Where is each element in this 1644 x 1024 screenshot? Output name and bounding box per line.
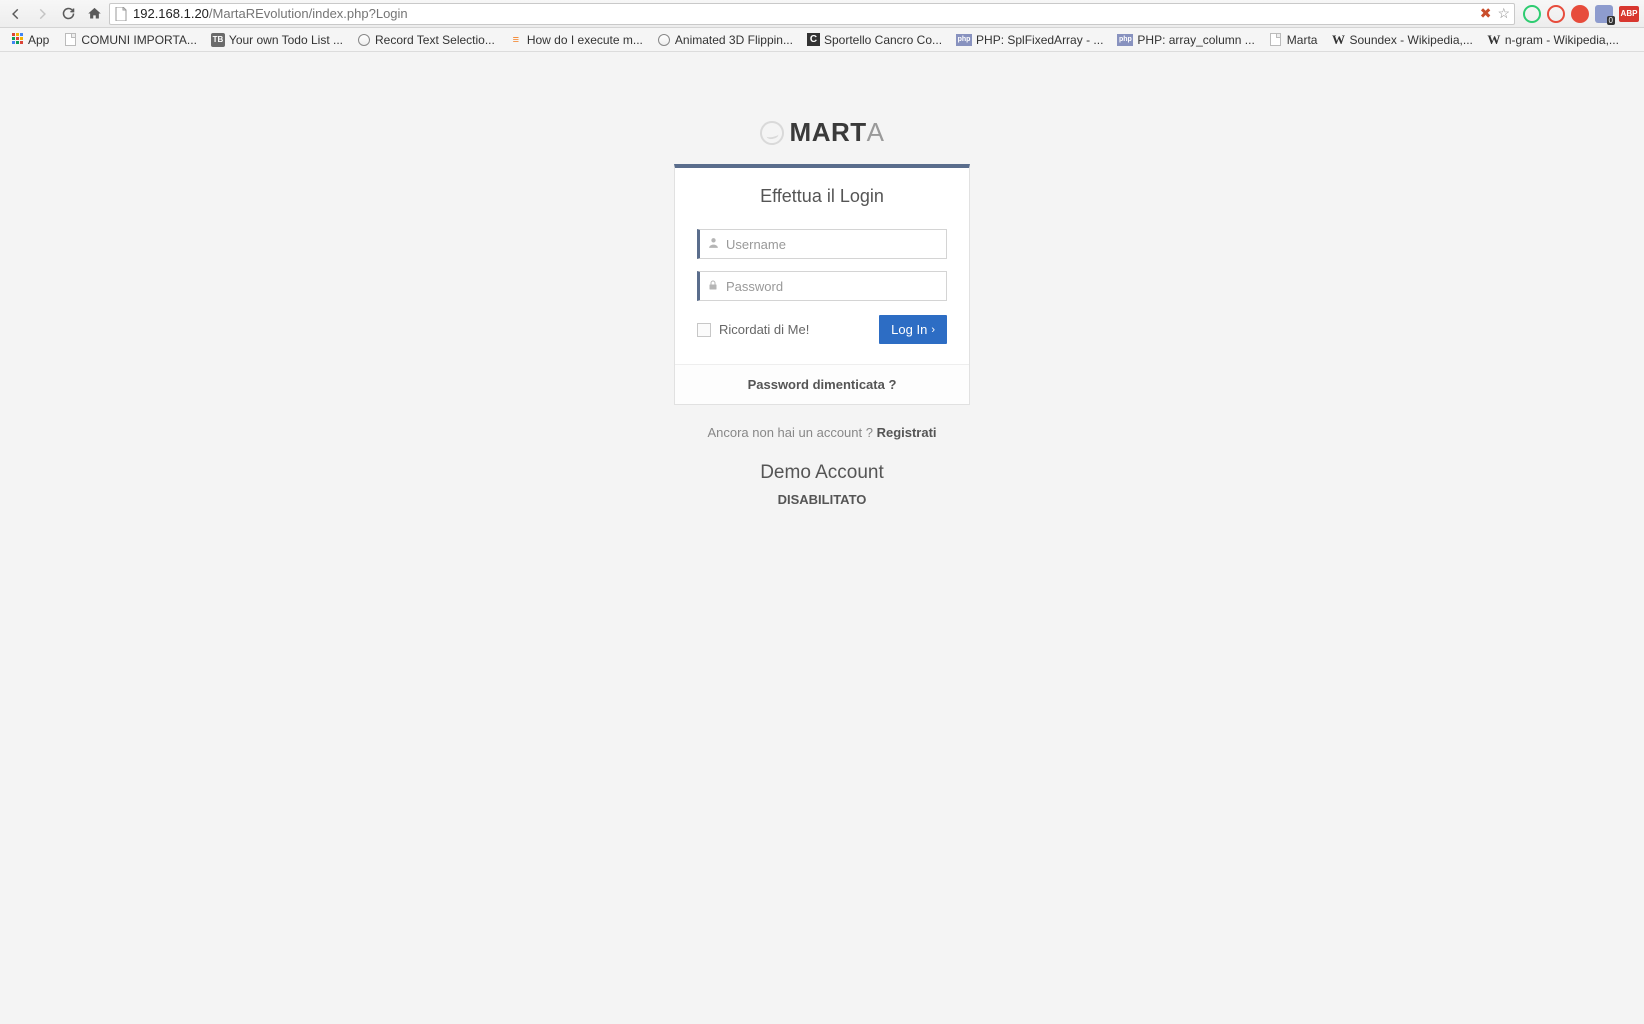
browser-toolbar: 192.168.1.20/MartaREvolution/index.php?L… bbox=[0, 0, 1644, 28]
bookmark-label: COMUNI IMPORTA... bbox=[81, 33, 197, 47]
checkbox-icon bbox=[697, 323, 711, 337]
remember-me-label: Ricordati di Me! bbox=[719, 322, 809, 337]
wikipedia-icon: W bbox=[1487, 33, 1501, 47]
bookmark-label: How do I execute m... bbox=[527, 33, 643, 47]
bookmark-item[interactable]: php PHP: SplFixedArray - ... bbox=[950, 31, 1109, 49]
login-card: Effettua il Login Ricordati di Me! bbox=[674, 164, 970, 405]
address-bar[interactable]: 192.168.1.20/MartaREvolution/index.php?L… bbox=[109, 3, 1515, 25]
bookmark-label: Marta bbox=[1287, 33, 1318, 47]
bookmark-item[interactable]: Animated 3D Flippin... bbox=[651, 31, 799, 49]
apps-grid-icon bbox=[10, 33, 24, 47]
url-path: /MartaREvolution/index.php?Login bbox=[209, 6, 408, 21]
page-icon bbox=[63, 33, 77, 47]
home-button[interactable] bbox=[83, 3, 105, 25]
remember-me-checkbox[interactable]: Ricordati di Me! bbox=[697, 322, 809, 337]
bookmark-item[interactable]: COMUNI IMPORTA... bbox=[57, 31, 203, 49]
page-icon bbox=[114, 7, 128, 21]
back-button[interactable] bbox=[5, 3, 27, 25]
bookmark-item[interactable]: W n-gram - Wikipedia,... bbox=[1481, 31, 1625, 49]
bookmark-star-icon[interactable]: ☆ bbox=[1497, 5, 1510, 22]
username-field-wrap bbox=[697, 229, 947, 259]
extension-icons: ABP bbox=[1519, 5, 1639, 23]
app-logo: MARTA bbox=[760, 117, 885, 148]
bookmark-item[interactable]: Marta bbox=[1263, 31, 1324, 49]
bookmark-item[interactable]: Record Text Selectio... bbox=[351, 31, 501, 49]
password-input[interactable] bbox=[726, 272, 946, 300]
globe-icon bbox=[357, 33, 371, 47]
login-button[interactable]: Log In › bbox=[879, 315, 947, 344]
php-icon: php bbox=[1117, 34, 1133, 46]
bookmark-item[interactable]: TB Your own Todo List ... bbox=[205, 31, 349, 49]
forgot-password-link[interactable]: Password dimenticata ? bbox=[675, 364, 969, 404]
bookmark-label: n-gram - Wikipedia,... bbox=[1505, 33, 1619, 47]
bookmark-item[interactable]: C Sportello Cancro Co... bbox=[801, 31, 948, 49]
globe-icon bbox=[657, 33, 671, 47]
password-field-wrap bbox=[697, 271, 947, 301]
logo-mark-icon bbox=[758, 119, 786, 147]
todo-icon: TB bbox=[211, 33, 225, 47]
lock-icon bbox=[700, 279, 726, 294]
bookmark-label: PHP: SplFixedArray - ... bbox=[976, 33, 1103, 47]
apps-label: App bbox=[28, 33, 49, 47]
bookmark-item[interactable]: ≡ How do I execute m... bbox=[503, 31, 649, 49]
demo-account-status: DISABILITATO bbox=[778, 492, 867, 507]
forward-button[interactable] bbox=[31, 3, 53, 25]
php-icon: php bbox=[956, 34, 972, 46]
c-icon: C bbox=[807, 33, 820, 46]
extension-abp-icon[interactable]: ABP bbox=[1619, 6, 1639, 22]
register-prompt: Ancora non hai un account ? Registrati bbox=[707, 425, 936, 440]
bookmark-label: Sportello Cancro Co... bbox=[824, 33, 942, 47]
reload-button[interactable] bbox=[57, 3, 79, 25]
register-link[interactable]: Registrati bbox=[877, 425, 937, 440]
page-icon bbox=[1269, 33, 1283, 47]
broken-cookie-icon[interactable]: ✖ bbox=[1480, 5, 1492, 22]
bookmark-label: Your own Todo List ... bbox=[229, 33, 343, 47]
chevron-right-icon: › bbox=[931, 324, 935, 336]
bookmarks-bar: App COMUNI IMPORTA... TB Your own Todo L… bbox=[0, 28, 1644, 52]
extension-green-icon[interactable] bbox=[1523, 5, 1541, 23]
wikipedia-icon: W bbox=[1331, 33, 1345, 47]
register-text: Ancora non hai un account ? bbox=[707, 425, 876, 440]
bookmark-item[interactable]: W Soundex - Wikipedia,... bbox=[1325, 31, 1478, 49]
bookmark-label: PHP: array_column ... bbox=[1137, 33, 1254, 47]
page-content: MARTA Effettua il Login Ricordati di M bbox=[0, 52, 1644, 1024]
bookmark-label: Animated 3D Flippin... bbox=[675, 33, 793, 47]
login-title: Effettua il Login bbox=[697, 186, 947, 207]
bookmark-label: Record Text Selectio... bbox=[375, 33, 495, 47]
extension-red-ring-icon[interactable] bbox=[1547, 5, 1565, 23]
demo-account-title: Demo Account bbox=[760, 462, 884, 484]
stackoverflow-icon: ≡ bbox=[509, 33, 523, 47]
extension-counter-icon[interactable] bbox=[1595, 5, 1613, 23]
apps-button[interactable]: App bbox=[4, 31, 55, 49]
user-icon bbox=[700, 236, 726, 252]
username-input[interactable] bbox=[726, 230, 946, 258]
bookmark-item[interactable]: php PHP: array_column ... bbox=[1111, 31, 1260, 49]
url-host: 192.168.1.20 bbox=[133, 6, 209, 21]
bookmark-label: Soundex - Wikipedia,... bbox=[1349, 33, 1472, 47]
extension-red-icon[interactable] bbox=[1571, 5, 1589, 23]
login-button-label: Log In bbox=[891, 322, 927, 337]
logo-text: MARTA bbox=[790, 117, 885, 148]
